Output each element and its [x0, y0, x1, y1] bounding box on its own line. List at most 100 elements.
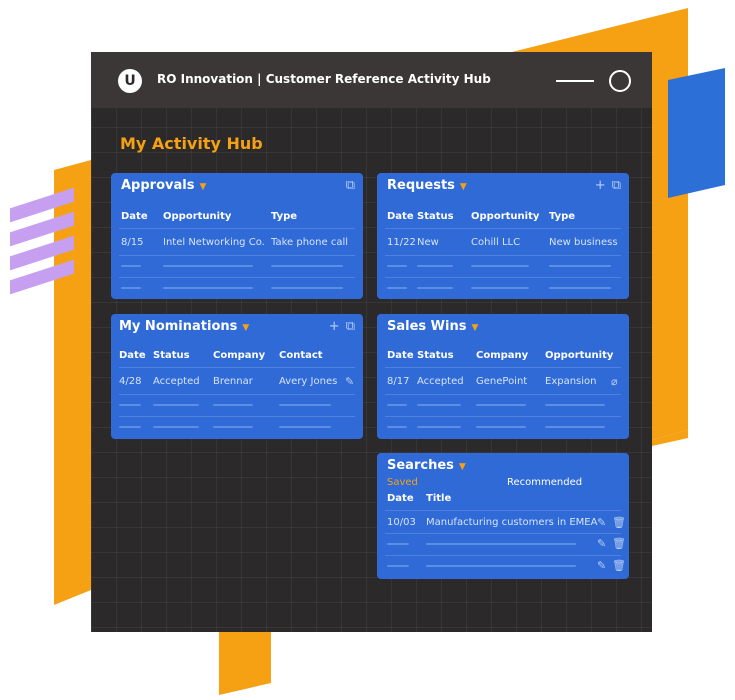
column-header[interactable]: Opportunity [163, 211, 231, 222]
table-cell[interactable]: Take phone call [271, 237, 348, 248]
column-header[interactable]: Opportunity [545, 350, 613, 361]
column-header[interactable]: Title [426, 493, 451, 504]
divider [385, 394, 621, 395]
tab-saved[interactable]: Saved [387, 477, 418, 488]
searches-card: Searches ▼ Saved Recommended Date Title 1… [377, 453, 629, 579]
paperclip-icon[interactable]: ⌀ [611, 375, 618, 388]
placeholder-line [387, 565, 409, 567]
sales-wins-title-label: Sales Wins [387, 319, 467, 334]
searches-title[interactable]: Searches ▼ [387, 458, 466, 473]
tab-recommended[interactable]: Recommended [507, 477, 582, 488]
trash-icon[interactable]: 🗑 [612, 516, 626, 529]
column-header[interactable]: Opportunity [471, 211, 539, 222]
edit-icon[interactable]: ✎ [597, 516, 606, 529]
plus-icon[interactable]: + [595, 178, 606, 193]
divider [385, 510, 621, 511]
column-header[interactable]: Status [417, 350, 454, 361]
requests-title[interactable]: Requests ▼ [387, 178, 467, 193]
approvals-title[interactable]: Approvals ▼ [121, 178, 206, 193]
column-header[interactable]: Status [417, 211, 454, 222]
table-cell[interactable]: Cohill LLC [471, 237, 520, 248]
column-header[interactable]: Date [387, 350, 414, 361]
column-header[interactable]: Company [476, 350, 528, 361]
placeholder-line [271, 265, 343, 267]
table-cell[interactable]: 8/15 [121, 237, 143, 248]
table-cell[interactable]: Brennar [213, 376, 253, 387]
table-cell[interactable]: Avery Jones [279, 376, 337, 387]
column-header[interactable]: Contact [279, 350, 323, 361]
trash-icon[interactable]: 🗑 [612, 559, 626, 572]
plus-icon[interactable]: + [329, 319, 340, 334]
table-cell[interactable]: 4/28 [119, 376, 141, 387]
minimize-button[interactable] [556, 80, 594, 82]
nominations-title[interactable]: My Nominations ▼ [119, 319, 249, 334]
nominations-card: My Nominations ▼ + ⧉ Date Status Company C… [111, 314, 363, 439]
caret-down-icon[interactable]: ▼ [460, 182, 467, 192]
placeholder-line [426, 543, 576, 545]
placeholder-line [279, 404, 331, 406]
table-cell[interactable]: GenePoint [476, 376, 527, 387]
table-cell[interactable]: New business [549, 237, 618, 248]
placeholder-line [549, 265, 611, 267]
table-cell[interactable]: Expansion [545, 376, 597, 387]
column-header[interactable]: Type [549, 211, 575, 222]
placeholder-line [121, 265, 141, 267]
sales-wins-title[interactable]: Sales Wins ▼ [387, 319, 478, 334]
maximize-button[interactable] [609, 70, 631, 92]
placeholder-line [271, 287, 343, 289]
column-header[interactable]: Type [271, 211, 297, 222]
divider [385, 367, 621, 368]
column-header[interactable]: Date [121, 211, 148, 222]
table-cell[interactable]: New [417, 237, 439, 248]
divider [385, 277, 621, 278]
external-link-icon[interactable]: ⧉ [612, 178, 621, 193]
column-header[interactable]: Date [119, 350, 146, 361]
edit-icon[interactable]: ✎ [345, 375, 354, 388]
app-window: U RO Innovation | Customer Reference Act… [91, 52, 652, 632]
app-logo: U [118, 69, 142, 93]
caret-down-icon[interactable]: ▼ [199, 182, 206, 192]
placeholder-line [471, 287, 529, 289]
trash-icon[interactable]: 🗑 [612, 537, 626, 550]
column-header[interactable]: Status [153, 350, 190, 361]
placeholder-line [417, 287, 453, 289]
divider [385, 533, 621, 534]
column-header[interactable]: Date [387, 211, 414, 222]
table-cell[interactable]: 8/17 [387, 376, 409, 387]
table-cell[interactable]: Accepted [153, 376, 200, 387]
external-link-icon[interactable]: ⧉ [346, 178, 355, 193]
placeholder-line [213, 426, 253, 428]
table-cell[interactable]: Intel Networking Co. [163, 237, 265, 248]
placeholder-line [163, 265, 253, 267]
placeholder-line [213, 404, 253, 406]
table-cell[interactable]: 10/03 [387, 517, 416, 528]
divider [119, 255, 355, 256]
title-bar: U RO Innovation | Customer Reference Act… [91, 52, 652, 108]
table-cell[interactable]: Accepted [417, 376, 464, 387]
divider [385, 255, 621, 256]
divider [119, 367, 355, 368]
placeholder-line [426, 565, 576, 567]
table-cell[interactable]: 11/22 [387, 237, 416, 248]
caret-down-icon[interactable]: ▼ [459, 462, 466, 472]
divider [385, 228, 621, 229]
caret-down-icon[interactable]: ▼ [242, 323, 249, 333]
app-title: RO Innovation | Customer Reference Activ… [157, 72, 491, 86]
divider [119, 277, 355, 278]
table-cell[interactable]: Manufacturing customers in EMEA [426, 517, 597, 528]
placeholder-line [163, 287, 253, 289]
column-header[interactable]: Date [387, 493, 414, 504]
caret-down-icon[interactable]: ▼ [471, 323, 478, 333]
placeholder-line [119, 426, 141, 428]
placeholder-line [279, 426, 331, 428]
edit-icon[interactable]: ✎ [597, 559, 606, 572]
edit-icon[interactable]: ✎ [597, 537, 606, 550]
page-title: My Activity Hub [120, 134, 263, 153]
external-link-icon[interactable]: ⧉ [346, 319, 355, 334]
divider [119, 394, 355, 395]
placeholder-line [387, 404, 407, 406]
placeholder-line [476, 404, 526, 406]
column-header[interactable]: Company [213, 350, 265, 361]
requests-card: Requests ▼ + ⧉ Date Status Opportunity Typ… [377, 173, 629, 299]
approvals-card: Approvals ▼ ⧉ Date Opportunity Type 8/15 … [111, 173, 363, 299]
